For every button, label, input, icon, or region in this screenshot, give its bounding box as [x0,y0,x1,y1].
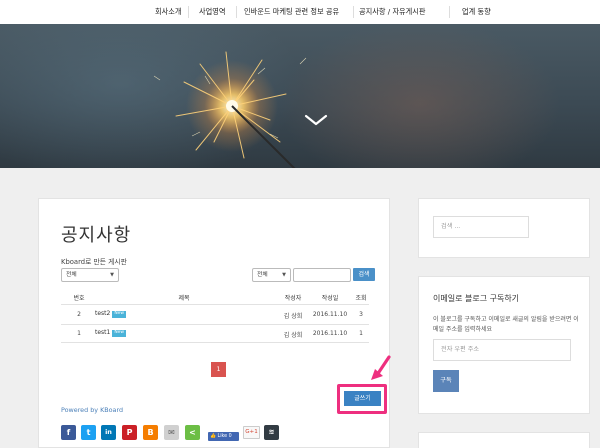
table-divider [61,342,369,343]
nav-divider [353,6,354,18]
search-field-select-value: 전체 [257,272,268,278]
facebook-like-button[interactable]: 👍 Like 0 [208,432,239,441]
page-button-current[interactable]: 1 [211,362,226,377]
thumb-up-icon: 👍 [210,434,216,439]
row-views: 3 [359,311,363,318]
search-input[interactable] [293,268,351,282]
sparkler-image [153,51,328,168]
nav-divider [188,6,189,18]
subscribe-button[interactable]: 구독 [433,370,459,392]
column-header-number: 번호 [73,295,85,302]
nav-item-industry-trends[interactable]: 업계 동향 [462,0,491,24]
nav-item-company[interactable]: 회사소개 [155,0,181,24]
post-title-link[interactable]: test2 New [95,310,126,318]
board-card: 공지사항 Kboard로 만든 게시판 전체 ▼ 전체 ▼ 검색 번호 제목 작… [38,198,391,448]
row-author: 김 상희 [283,332,303,339]
column-header-views: 조회 [355,295,367,302]
table-divider [61,304,369,305]
top-navigation: 회사소개 사업영역 인바운드 마케팅 관련 정보 공유 공지사항 / 자유게시판… [0,0,600,24]
category-select[interactable]: 전체 ▼ [61,268,119,282]
like-label: Like 0 [217,434,232,439]
chevron-down-icon: ▼ [110,272,114,278]
google-plus-button[interactable]: G+1 [243,426,260,439]
post-title-text[interactable]: test2 [95,310,110,317]
column-header-date: 작성일 [321,295,339,302]
table-divider [61,324,369,325]
email-icon[interactable]: ✉ [164,425,179,440]
twitter-icon[interactable]: t [81,425,96,440]
share-icon[interactable]: < [185,425,200,440]
subscribe-title: 이메일로 블로그 구독하기 [433,294,520,303]
row-number: 2 [77,311,81,318]
search-field-select[interactable]: 전체 ▼ [252,268,291,282]
row-date: 2016.11.10 [312,311,348,318]
pinterest-icon[interactable]: P [122,425,137,440]
sidebar-search-card: 검색 ... [418,198,590,258]
annotation-arrow-icon [371,355,391,380]
nav-item-inbound-marketing[interactable]: 인바운드 마케팅 관련 정보 공유 [244,0,339,24]
column-header-author: 작성자 [284,295,302,302]
row-views: 1 [359,330,363,337]
email-field[interactable]: 전자 우편 주소 [433,339,571,361]
post-title-link[interactable]: test1 New [95,329,126,337]
hero-banner [0,24,600,168]
row-author: 김 상희 [283,313,303,320]
blogger-icon[interactable]: B [143,425,158,440]
powered-by-link[interactable]: Powered by KBoard [61,406,123,414]
sidebar-card-partial [418,432,590,448]
facebook-icon[interactable]: f [61,425,76,440]
nav-item-notice-board[interactable]: 공지사항 / 자유게시판 [359,0,426,24]
row-number: 1 [77,330,81,337]
chevron-down-icon: ▼ [282,272,286,278]
search-button[interactable]: 검색 [353,268,375,281]
write-post-button[interactable]: 글쓰기 [344,391,381,406]
nav-divider [236,6,237,18]
nav-divider [449,6,450,18]
board-subtitle: Kboard로 만든 게시판 [61,258,127,266]
page-title: 공지사항 [61,225,132,246]
new-badge: New [112,330,126,337]
subscribe-description: 이 블로그를 구독하고 이메일로 새글의 알림을 받으려면 이메일 주소를 입력… [433,316,579,333]
sidebar-subscribe-card: 이메일로 블로그 구독하기 이 블로그를 구독하고 이메일로 새글의 알림을 받… [418,276,590,414]
category-select-value: 전체 [66,272,77,278]
sidebar-search-input[interactable]: 검색 ... [433,216,529,238]
buffer-icon[interactable]: ≋ [264,425,279,440]
nav-item-business[interactable]: 사업영역 [199,0,225,24]
linkedin-icon[interactable]: in [101,425,116,440]
post-title-text[interactable]: test1 [95,329,110,336]
new-badge: New [112,311,126,318]
scroll-down-chevron-icon[interactable] [304,114,328,126]
row-date: 2016.11.10 [312,330,348,337]
column-header-title: 제목 [178,295,190,302]
